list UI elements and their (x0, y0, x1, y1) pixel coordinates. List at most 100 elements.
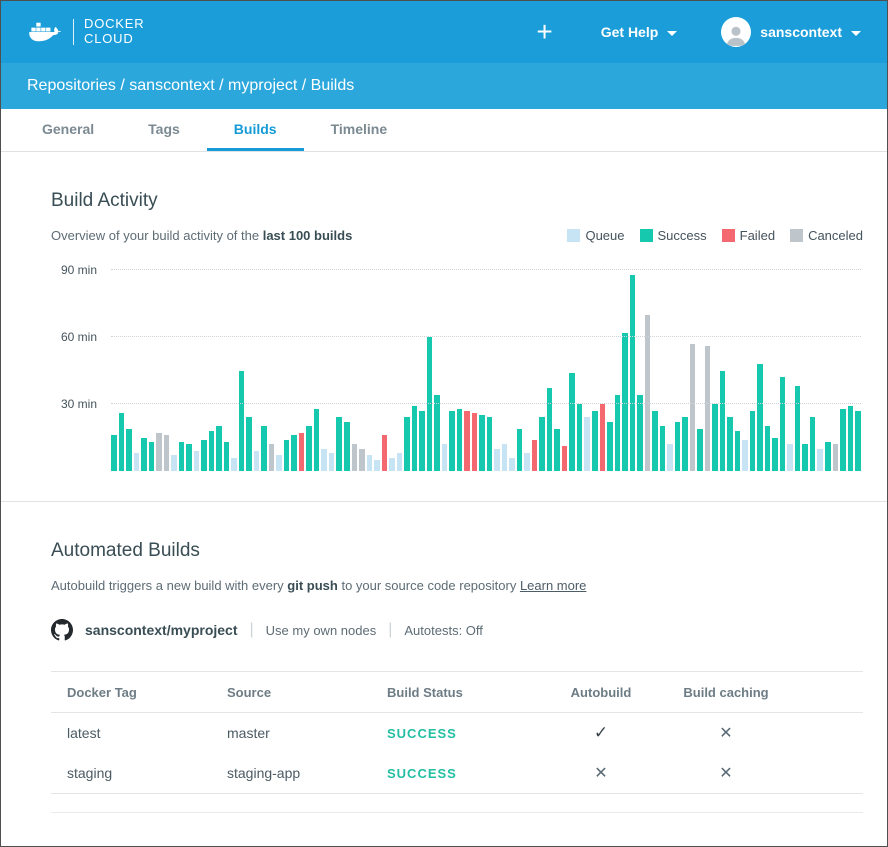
build-bar-queue[interactable] (321, 449, 327, 471)
tab-general[interactable]: General (15, 109, 121, 151)
build-bar-success[interactable] (344, 422, 350, 471)
build-bar-canceled[interactable] (705, 346, 711, 471)
build-bar-success[interactable] (179, 442, 185, 471)
build-bar-canceled[interactable] (645, 315, 651, 471)
build-bar-canceled[interactable] (156, 433, 162, 471)
build-bar-success[interactable] (652, 411, 658, 471)
build-bar-success[interactable] (224, 442, 230, 471)
build-bar-success[interactable] (111, 435, 117, 471)
build-bar-queue[interactable] (817, 449, 823, 471)
build-bar-success[interactable] (517, 429, 523, 471)
build-bar-failed[interactable] (562, 446, 568, 471)
build-bar-failed[interactable] (600, 404, 606, 471)
build-bar-success[interactable] (336, 417, 342, 471)
build-bar-queue[interactable] (276, 455, 282, 471)
build-bar-success[interactable] (547, 388, 553, 471)
build-bar-success[interactable] (795, 386, 801, 471)
build-bar-success[interactable] (216, 426, 222, 471)
build-bar-success[interactable] (239, 371, 245, 471)
build-bar-success[interactable] (757, 364, 763, 471)
build-bar-success[interactable] (261, 426, 267, 471)
build-bar-success[interactable] (569, 373, 575, 471)
build-bar-success[interactable] (141, 438, 147, 471)
build-bar-success[interactable] (306, 426, 312, 471)
build-bar-success[interactable] (825, 442, 831, 471)
build-bar-success[interactable] (186, 444, 192, 471)
build-bar-success[interactable] (479, 415, 485, 471)
build-bar-success[interactable] (577, 404, 583, 471)
build-bar-failed[interactable] (382, 435, 388, 471)
build-bar-success[interactable] (554, 429, 560, 471)
build-bar-queue[interactable] (442, 444, 448, 471)
build-bar-success[interactable] (404, 417, 410, 471)
build-bar-success[interactable] (855, 411, 861, 471)
build-bar-success[interactable] (592, 411, 598, 471)
build-bar-success[interactable] (246, 417, 252, 471)
build-bar-queue[interactable] (584, 417, 590, 471)
build-bar-success[interactable] (449, 411, 455, 471)
build-bar-success[interactable] (735, 431, 741, 471)
build-bar-success[interactable] (675, 422, 681, 471)
build-bar-success[interactable] (457, 409, 463, 471)
build-bar-success[interactable] (126, 429, 132, 471)
build-bar-queue[interactable] (502, 444, 508, 471)
build-bar-success[interactable] (209, 431, 215, 471)
build-bar-success[interactable] (487, 417, 493, 471)
build-bar-success[interactable] (539, 417, 545, 471)
build-bar-success[interactable] (727, 417, 733, 471)
build-bar-queue[interactable] (667, 444, 673, 471)
build-bar-success[interactable] (119, 413, 125, 471)
build-bar-success[interactable] (149, 442, 155, 471)
build-bar-queue[interactable] (329, 453, 335, 471)
build-bar-success[interactable] (637, 395, 643, 471)
build-bar-success[interactable] (284, 440, 290, 471)
build-bar-success[interactable] (291, 435, 297, 471)
build-bar-failed[interactable] (472, 413, 478, 471)
build-bar-queue[interactable] (787, 444, 793, 471)
build-bar-queue[interactable] (231, 458, 237, 471)
build-bar-canceled[interactable] (352, 444, 358, 471)
user-menu[interactable]: sanscontext (721, 17, 861, 47)
breadcrumb[interactable]: Repositories / sanscontext / myproject /… (27, 77, 354, 95)
build-bar-success[interactable] (802, 444, 808, 471)
build-bar-success[interactable] (697, 429, 703, 471)
tab-tags[interactable]: Tags (121, 109, 207, 151)
build-bar-canceled[interactable] (359, 449, 365, 471)
build-bar-success[interactable] (772, 438, 778, 471)
build-bar-queue[interactable] (194, 451, 200, 471)
build-bar-success[interactable] (712, 404, 718, 471)
build-bar-queue[interactable] (134, 453, 140, 471)
build-bar-canceled[interactable] (164, 435, 170, 471)
learn-more-link[interactable]: Learn more (520, 578, 586, 593)
build-bar-success[interactable] (630, 275, 636, 471)
build-bar-success[interactable] (848, 406, 854, 471)
build-bar-success[interactable] (810, 417, 816, 471)
build-bar-success[interactable] (412, 406, 418, 471)
build-bar-success[interactable] (419, 411, 425, 471)
build-bar-success[interactable] (780, 377, 786, 471)
build-bar-failed[interactable] (464, 411, 470, 471)
build-bar-failed[interactable] (299, 433, 305, 471)
build-bar-success[interactable] (660, 426, 666, 471)
build-bar-queue[interactable] (171, 455, 177, 471)
build-bar-success[interactable] (682, 417, 688, 471)
build-bar-queue[interactable] (374, 460, 380, 471)
build-bar-success[interactable] (622, 333, 628, 471)
build-bar-queue[interactable] (397, 453, 403, 471)
build-bar-success[interactable] (615, 395, 621, 471)
build-bar-failed[interactable] (532, 440, 538, 471)
build-bar-queue[interactable] (742, 440, 748, 471)
build-bar-queue[interactable] (389, 458, 395, 471)
build-bar-success[interactable] (840, 409, 846, 471)
build-bar-success[interactable] (750, 411, 756, 471)
build-bar-success[interactable] (720, 371, 726, 471)
tab-timeline[interactable]: Timeline (304, 109, 415, 151)
tab-builds[interactable]: Builds (207, 109, 304, 151)
build-bar-canceled[interactable] (269, 444, 275, 471)
build-bar-queue[interactable] (509, 458, 515, 471)
build-bar-canceled[interactable] (833, 444, 839, 471)
create-button[interactable]: + (532, 18, 556, 46)
build-bar-success[interactable] (201, 440, 207, 471)
build-bar-success[interactable] (765, 426, 771, 471)
build-bar-success[interactable] (607, 422, 613, 471)
